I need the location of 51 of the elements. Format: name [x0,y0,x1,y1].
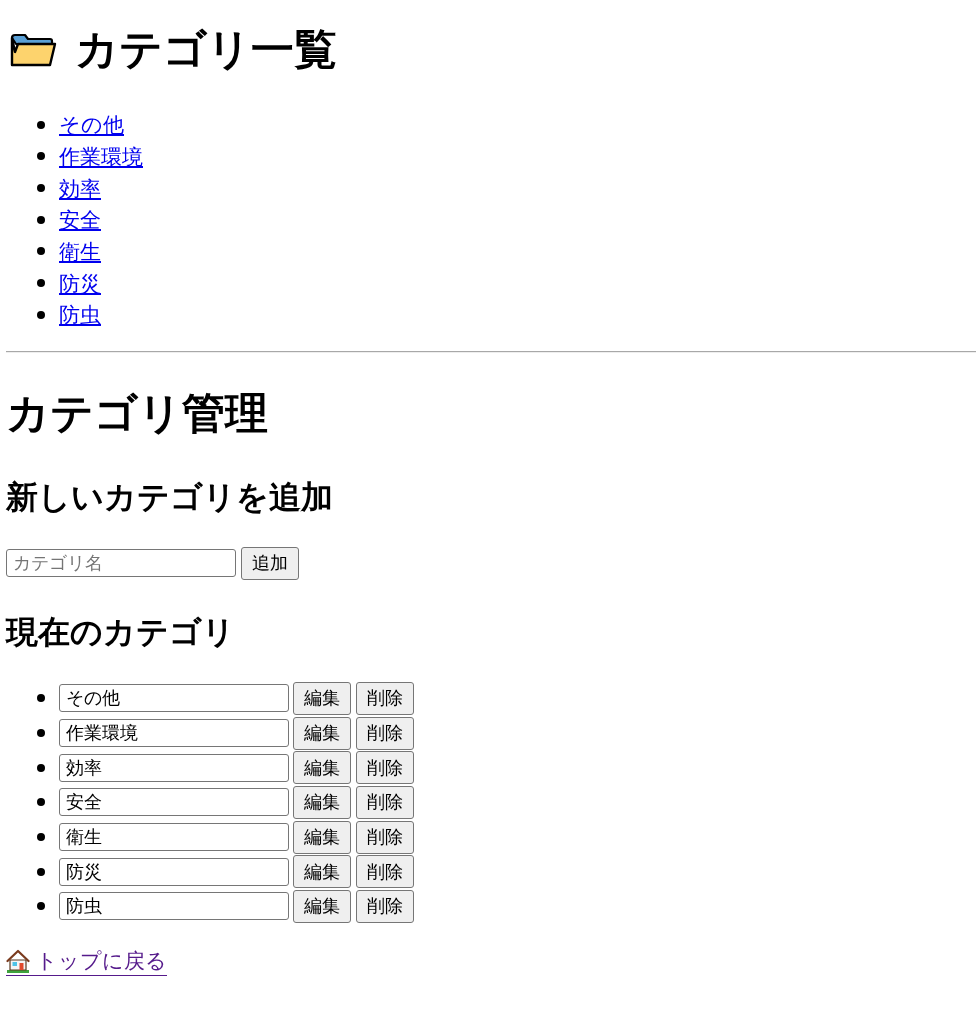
category-input[interactable]: その他 [59,684,289,713]
page-title: カテゴリ一覧 [75,24,337,76]
category-link[interactable]: 作業環境 [59,141,143,172]
category-input[interactable]: 衛生 [59,823,289,852]
edit-button[interactable]: 編集 [293,855,351,889]
category-input[interactable]: 防災 [59,857,289,886]
delete-button[interactable]: 削除 [356,785,414,819]
category-input[interactable]: 安全 [59,788,289,817]
delete-button[interactable]: 削除 [356,820,414,854]
house-icon [6,948,30,973]
category-link[interactable]: 安全 [59,204,101,236]
delete-button[interactable]: 削除 [356,855,414,889]
delete-button[interactable]: 削除 [356,681,414,715]
category-link[interactable]: 防虫 [59,299,101,331]
edit-button[interactable]: 編集 [293,751,351,785]
category-link[interactable]: 効率 [59,172,101,204]
delete-button[interactable]: 削除 [356,889,414,923]
bullet-icon [37,729,45,738]
bullet-icon [37,763,45,772]
edit-button[interactable]: 編集 [293,681,351,715]
bullet-icon [37,152,45,161]
category-link[interactable]: 防災 [59,267,101,299]
bullet-icon [37,694,45,703]
edit-button[interactable]: 編集 [293,889,351,923]
edit-button[interactable]: 編集 [293,716,351,750]
bullet-icon [37,310,45,319]
edit-button[interactable]: 編集 [293,820,351,854]
category-link[interactable]: 衛生 [59,235,101,267]
section-title: カテゴリ管理 [6,387,268,440]
add-button[interactable]: 追加 [241,546,299,580]
folder-icon [10,32,57,68]
back-link[interactable]: トップに戻る [6,946,167,976]
category-input[interactable]: 作業環境 [59,719,289,748]
delete-button[interactable]: 削除 [356,751,414,785]
bullet-icon [37,867,45,876]
edit-button[interactable]: 編集 [293,785,351,819]
current-section-title: 現在のカテゴリ [6,611,235,653]
delete-button[interactable]: 削除 [356,716,414,750]
bullet-icon [37,279,45,288]
bullet-icon [37,833,45,842]
category-input[interactable]: 効率 [59,753,289,782]
category-link[interactable]: その他 [59,109,124,141]
category-input[interactable]: 防虫 [59,892,289,921]
category-name-input[interactable]: カテゴリ名 [6,549,236,578]
bullet-icon [37,247,45,256]
bullet-icon [37,798,45,807]
bullet-icon [37,215,45,224]
bullet-icon [37,184,45,193]
add-section-title: 新しいカテゴリを追加 [6,476,333,518]
bullet-icon [37,902,45,911]
bullet-icon [37,120,45,129]
